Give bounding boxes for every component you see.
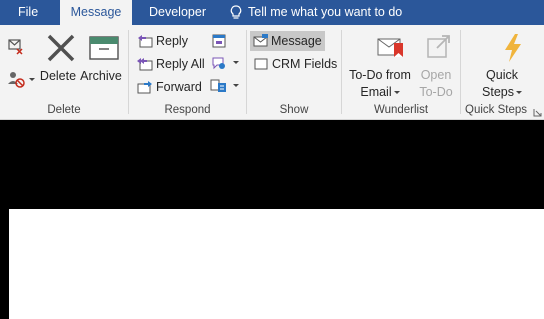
more-respond-button[interactable]	[210, 78, 239, 96]
tell-me-search[interactable]: Tell me what you want to do	[228, 0, 402, 25]
junk-dropdown-arrow	[29, 78, 35, 81]
im-dropdown-arrow	[233, 61, 239, 64]
tell-me-label: Tell me what you want to do	[248, 5, 403, 19]
group-separator	[246, 30, 247, 114]
group-label-quick-steps: Quick Steps	[465, 104, 527, 116]
todo-email-icon	[377, 38, 403, 57]
reply-all-icon	[137, 58, 153, 71]
junk-icon	[8, 72, 25, 88]
open-line1: Open	[420, 68, 452, 82]
archive-button[interactable]: Archive	[79, 33, 123, 91]
ignore-icon	[8, 39, 23, 55]
message-icon	[253, 34, 268, 47]
ignore-button[interactable]	[6, 37, 28, 57]
open-todo-button[interactable]: Open To-Do	[416, 33, 456, 99]
reply-label: Reply	[156, 34, 188, 48]
group-separator	[460, 30, 461, 114]
message-body-area[interactable]	[9, 209, 544, 319]
open-todo-icon	[427, 35, 450, 58]
open-line2: To-Do	[419, 85, 453, 99]
dialog-launcher-icon	[533, 109, 542, 117]
show-message-button[interactable]: Message	[250, 31, 325, 51]
group-label-wunderlist: Wunderlist	[373, 104, 429, 116]
group-separator	[128, 30, 129, 114]
more-respond-icon	[210, 79, 226, 92]
archive-label: Archive	[80, 69, 122, 83]
group-separator	[341, 30, 342, 114]
todo-line1: To-Do from	[349, 68, 411, 82]
quick-line1: Quick	[486, 68, 518, 82]
delete-x-icon	[47, 34, 74, 62]
group-label-show: Show	[279, 104, 309, 116]
crm-fields-label: CRM Fields	[272, 57, 338, 71]
todo-dropdown-arrow	[393, 91, 400, 95]
junk-button[interactable]	[6, 69, 36, 89]
todo-line2-wrap: Email	[346, 85, 414, 99]
quick-steps-dropdown-arrow	[515, 91, 522, 95]
crm-fields-icon	[254, 58, 268, 70]
quick-steps-button[interactable]: Quick Steps	[468, 33, 536, 99]
reply-icon	[138, 35, 153, 48]
group-label-respond: Respond	[164, 104, 211, 116]
forward-label: Forward	[156, 80, 202, 94]
ribbon: Delete Archive Delete Reply Reply All Fo…	[0, 25, 544, 120]
archive-icon	[89, 36, 119, 60]
group-label-delete: Delete	[47, 104, 81, 116]
todo-line2: Email	[360, 85, 392, 99]
todo-from-email-button[interactable]: To-Do from Email	[346, 33, 414, 99]
tab-developer[interactable]: Developer	[139, 0, 216, 25]
meeting-icon	[212, 34, 226, 48]
delete-label: Delete	[39, 69, 77, 83]
lightning-icon	[505, 34, 521, 62]
tab-file[interactable]: File	[8, 0, 48, 25]
im-reply-button[interactable]	[210, 55, 239, 73]
im-icon	[212, 57, 225, 70]
quick-steps-dialog-launcher[interactable]	[533, 106, 542, 117]
tab-message[interactable]: Message	[60, 0, 132, 25]
quick-line2: Steps	[482, 85, 514, 99]
lightbulb-icon	[230, 5, 242, 19]
reply-all-label: Reply All	[156, 57, 205, 71]
meeting-reply-button[interactable]	[210, 33, 230, 51]
blank-black-region	[0, 120, 544, 209]
more-respond-dropdown-arrow	[233, 84, 239, 87]
quick-line2-wrap: Steps	[468, 85, 536, 99]
forward-icon	[137, 81, 152, 94]
ribbon-tab-bar: File Message Developer Tell me what you …	[0, 0, 544, 25]
delete-button[interactable]: Delete	[38, 33, 78, 91]
show-message-label: Message	[271, 34, 322, 48]
